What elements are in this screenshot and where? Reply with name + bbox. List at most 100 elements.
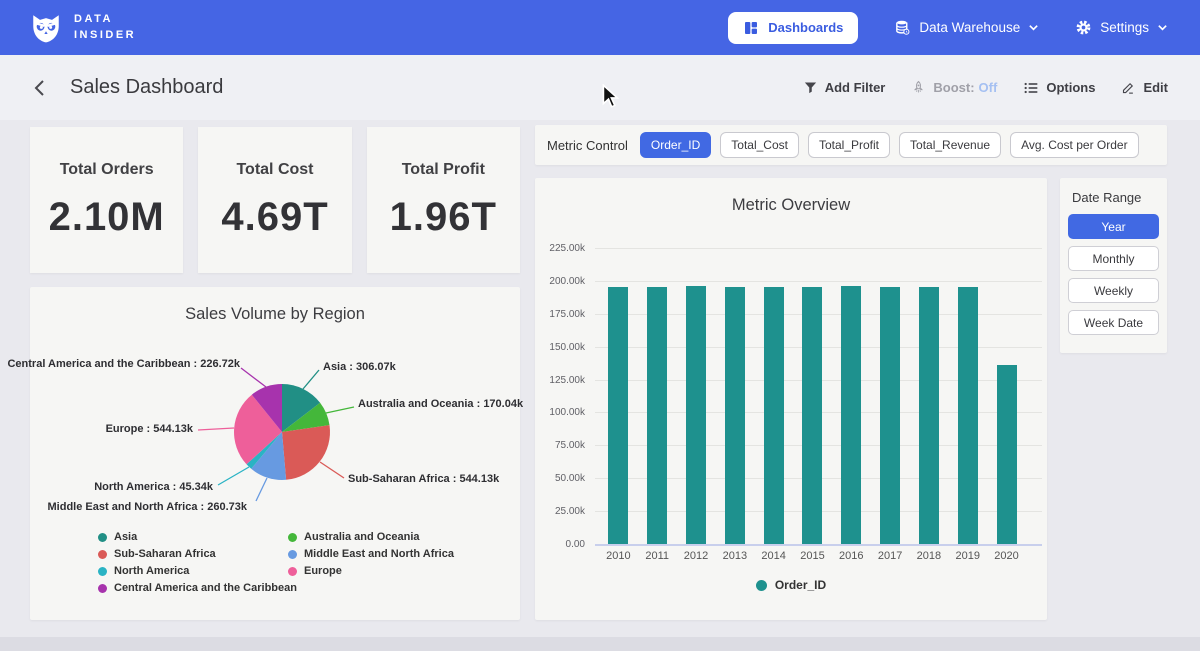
owl-logo-icon (28, 10, 64, 46)
legend-item-asia[interactable]: Asia (98, 531, 288, 543)
bar-2011[interactable] (647, 287, 667, 544)
kpi-row: Total Orders2.10MTotal Cost4.69TTotal Pr… (30, 127, 520, 273)
kpi-label: Total Cost (236, 161, 313, 179)
top-nav: DATA INSIDER Dashboards (0, 0, 1200, 55)
bar-2019[interactable] (958, 287, 978, 544)
legend-dot (98, 567, 107, 576)
metric-button-avg-cost-per-order[interactable]: Avg. Cost per Order (1010, 132, 1139, 158)
bar-2012[interactable] (686, 286, 706, 545)
x-label-2011: 2011 (638, 550, 676, 562)
legend-item-north-america[interactable]: North America (98, 565, 288, 577)
date-range-button-monthly[interactable]: Monthly (1068, 246, 1159, 271)
filter-icon (803, 80, 818, 95)
settings-label: Settings (1100, 20, 1149, 35)
x-label-2014: 2014 (755, 550, 793, 562)
page-title: Sales Dashboard (70, 76, 223, 99)
kpi-card-total-cost: Total Cost4.69T (198, 127, 351, 273)
legend-item-middle-east-and-north-africa[interactable]: Middle East and North Africa (288, 548, 454, 560)
metric-buttons: Order_ID Total_Cost Total_Profit Total_Reve… (640, 132, 1139, 158)
bar-2010[interactable] (608, 287, 628, 544)
x-label-2015: 2015 (793, 550, 831, 562)
y-tick-label: 0.00 (535, 539, 585, 550)
x-label-2019: 2019 (949, 550, 987, 562)
y-tick-label: 25.00k (535, 506, 585, 517)
bar-chart-card: Metric Overview 225.00k 200.00k 175.00k 150… (535, 178, 1047, 620)
legend-dot (98, 584, 107, 593)
boost-status: Off (979, 80, 998, 95)
legend-label: Asia (114, 531, 137, 543)
legend-item-europe[interactable]: Europe (288, 565, 454, 577)
metric-button-total-revenue[interactable]: Total_Revenue (899, 132, 1001, 158)
metric-control-label: Metric Control (547, 138, 628, 153)
x-label-2020: 2020 (988, 550, 1026, 562)
brand-logo[interactable]: DATA INSIDER (28, 10, 136, 46)
add-filter-button[interactable]: Add Filter (803, 80, 886, 95)
bar-2014[interactable] (764, 287, 784, 544)
date-range-button-year[interactable]: Year (1068, 214, 1159, 239)
legend-dot (288, 550, 297, 559)
x-label-2016: 2016 (832, 550, 870, 562)
gridline (595, 544, 1042, 546)
date-range-label: Date Range (1072, 190, 1159, 205)
bar-plot: 225.00k200.00k175.00k150.00k125.00k100.0… (535, 248, 1047, 544)
back-button[interactable] (32, 79, 48, 97)
y-tick-label: 175.00k (535, 309, 585, 320)
metric-control-bar: Metric Control Order_ID Total_Cost Total_P… (535, 125, 1167, 165)
boost-toggle[interactable]: Boost: Off (911, 80, 997, 95)
dashboards-label: Dashboards (768, 20, 843, 35)
pie-legend: Asia Australia and OceaniaSub-Saharan Afr… (98, 531, 454, 594)
x-label-2017: 2017 (871, 550, 909, 562)
y-tick-label: 50.00k (535, 473, 585, 484)
bar-chart-title: Metric Overview (535, 196, 1047, 215)
bar-2020[interactable] (997, 365, 1017, 544)
pie-label-europe: Europe : 544.13k (106, 423, 193, 435)
pie-connector-line (303, 370, 319, 389)
data-warehouse-menu[interactable]: Data Warehouse (894, 19, 1039, 36)
kpi-label: Total Orders (60, 161, 154, 179)
pie-label-asia: Asia : 306.07k (323, 361, 396, 373)
y-tick-label: 75.00k (535, 440, 585, 451)
legend-label: Central America and the Caribbean (114, 582, 297, 594)
bar-2016[interactable] (841, 286, 861, 545)
options-list-icon (1023, 80, 1039, 96)
pie-slice-sub-saharan-africa[interactable] (282, 425, 330, 480)
pie-chart-card: Sales Volume by Region Asia : 306.07kAus… (30, 287, 520, 620)
pie-connector-line (320, 462, 344, 478)
y-tick-label: 150.00k (535, 342, 585, 353)
dashboards-button[interactable]: Dashboards (728, 12, 858, 44)
bar-2013[interactable] (725, 287, 745, 544)
pie-connector-line (241, 368, 266, 387)
legend-item-central-america-and-the-caribbean[interactable]: Central America and the Caribbean (98, 582, 288, 594)
pie-label-australia-and-oceania: Australia and Oceania : 170.04k (358, 398, 523, 410)
bar-2015[interactable] (802, 287, 822, 544)
y-tick-label: 200.00k (535, 276, 585, 287)
bar-2018[interactable] (919, 287, 939, 544)
kpi-value: 2.10M (49, 195, 165, 240)
pie-label-middle-east-and-north-africa: Middle East and North Africa : 260.73k (48, 501, 247, 513)
settings-menu[interactable]: Settings (1075, 19, 1168, 36)
bar-legend: Order_ID (535, 578, 1047, 592)
legend-dot (98, 550, 107, 559)
data-warehouse-label: Data Warehouse (919, 20, 1020, 35)
date-range-button-weekly[interactable]: Weekly (1068, 278, 1159, 303)
bars (599, 248, 1026, 544)
pie-label-north-america: North America : 45.34k (94, 481, 213, 493)
metric-button-total-profit[interactable]: Total_Profit (808, 132, 890, 158)
y-tick-label: 125.00k (535, 375, 585, 386)
options-button[interactable]: Options (1023, 80, 1095, 96)
pie-connector-line (326, 407, 354, 413)
x-label-2012: 2012 (677, 550, 715, 562)
legend-item-sub-saharan-africa[interactable]: Sub-Saharan Africa (98, 548, 288, 560)
date-range-buttons: Year Monthly Weekly Week Date (1068, 214, 1159, 335)
y-tick-label: 225.00k (535, 243, 585, 254)
bar-2017[interactable] (880, 287, 900, 544)
date-range-button-week-date[interactable]: Week Date (1068, 310, 1159, 335)
edit-button[interactable]: Edit (1121, 80, 1168, 95)
metric-button-order-id[interactable]: Order_ID (640, 132, 711, 158)
footer-band (0, 637, 1200, 651)
metric-button-total-cost[interactable]: Total_Cost (720, 132, 799, 158)
legend-label: Middle East and North Africa (304, 548, 454, 560)
legend-item-australia-and-oceania[interactable]: Australia and Oceania (288, 531, 454, 543)
date-range-card: Date Range Year Monthly Weekly Week Date (1060, 178, 1167, 353)
pie-connector-line (218, 467, 249, 485)
